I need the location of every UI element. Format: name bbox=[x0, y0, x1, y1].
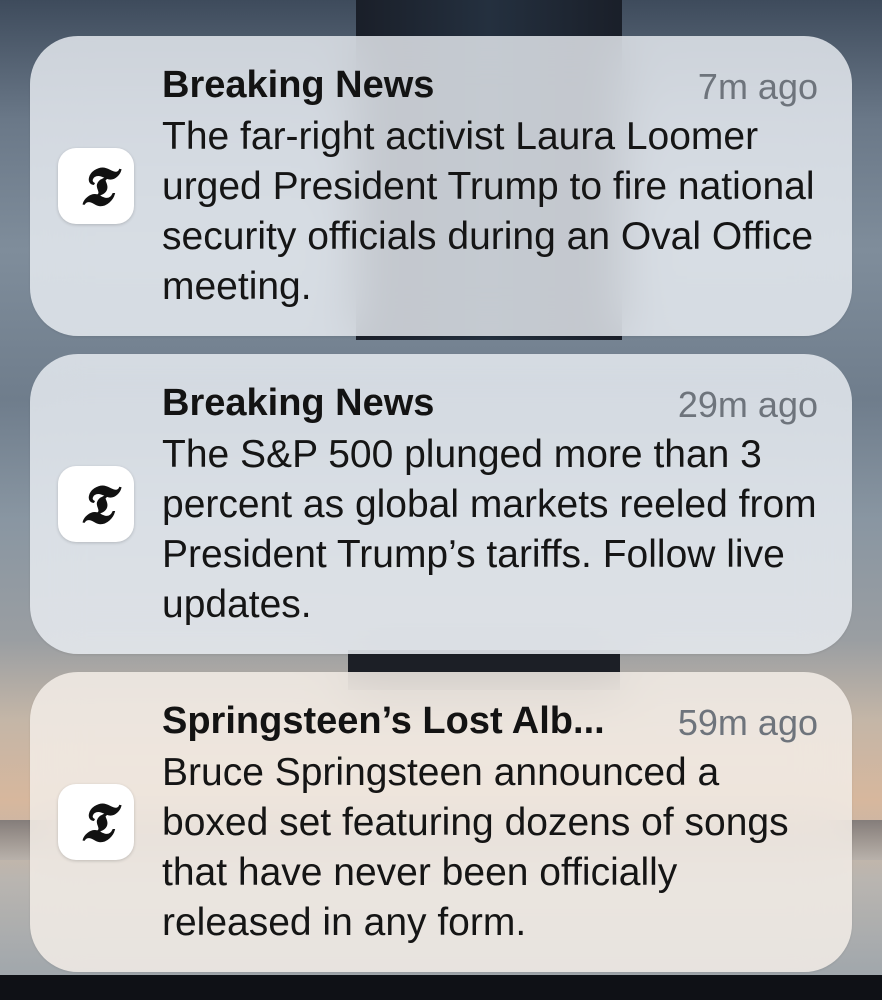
notification-title: Springsteen’s Lost Alb... bbox=[162, 700, 605, 742]
notification-title: Breaking News bbox=[162, 64, 435, 106]
notification-card[interactable]: 𝕿 Breaking News 29m ago The S&P 500 plun… bbox=[30, 354, 852, 654]
notification-body: The far-right activist Laura Loomer urge… bbox=[162, 115, 815, 308]
notification-body: The S&P 500 plunged more than 3 percent … bbox=[162, 433, 817, 626]
nyt-logo-icon: 𝕿 bbox=[58, 466, 134, 542]
notification-time: 29m ago bbox=[677, 384, 818, 425]
nyt-logo-glyph: 𝕿 bbox=[79, 472, 113, 536]
nyt-logo-icon: 𝕿 bbox=[58, 148, 134, 224]
background-bottom-bar bbox=[0, 975, 882, 1000]
nyt-logo-glyph: 𝕿 bbox=[79, 154, 113, 218]
nyt-logo-glyph: 𝕿 bbox=[79, 790, 113, 854]
notification-card[interactable]: 𝕿 Breaking News 7m ago The far-right act… bbox=[30, 36, 852, 336]
notification-title: Breaking News bbox=[162, 382, 435, 424]
notification-card[interactable]: 𝕿 Springsteen’s Lost Alb... 59m ago Bruc… bbox=[30, 672, 852, 972]
notification-time: 7m ago bbox=[697, 66, 818, 107]
nyt-logo-icon: 𝕿 bbox=[58, 784, 134, 860]
notification-body: Bruce Springsteen announced a boxed set … bbox=[162, 751, 789, 944]
notification-time: 59m ago bbox=[677, 702, 818, 743]
